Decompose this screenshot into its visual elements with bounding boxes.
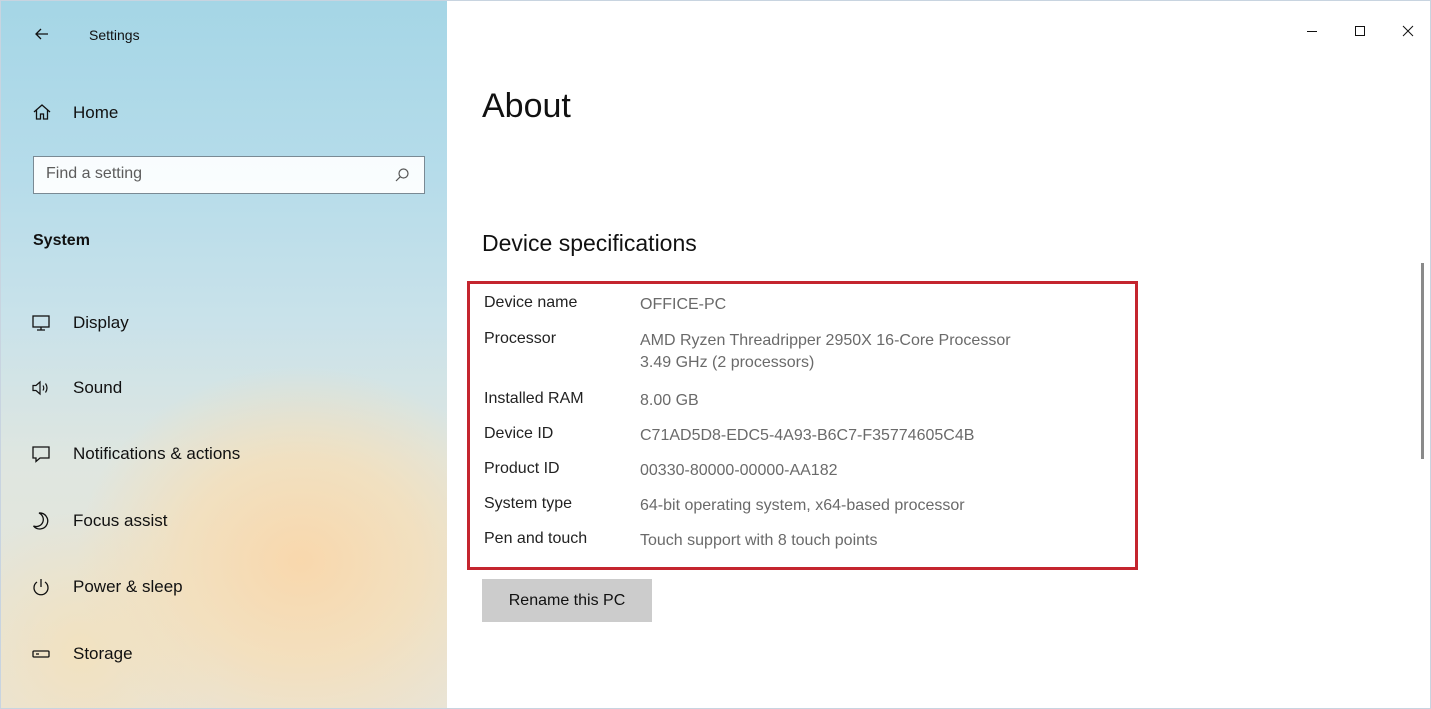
back-button[interactable] [27,19,57,49]
sidebar-item-label: Sound [73,378,123,397]
spec-value: Touch support with 8 touch points [640,532,878,549]
sidebar-item-display[interactable]: Display [1,301,447,345]
settings-window: Settings Home System Display [0,0,1431,709]
spec-value: OFFICE-PC [640,296,727,313]
spec-key: Product ID [484,460,560,477]
window-controls [1288,1,1430,61]
main-content: About Device specifications Device name … [447,1,1430,708]
page-title: About [482,87,571,125]
search-input[interactable] [46,165,386,183]
sidebar-item-power-sleep[interactable]: Power & sleep [1,565,447,609]
sidebar-item-home[interactable]: Home [1,93,447,133]
section-label-system: System [33,232,90,249]
minimize-button[interactable] [1288,1,1336,61]
scrollbar[interactable] [1421,263,1424,459]
maximize-button[interactable] [1336,1,1384,61]
moon-icon [32,512,49,530]
spec-key: Installed RAM [484,390,584,407]
spec-value: AMD Ryzen Threadripper 2950X 16-Core Pro… [640,332,1011,349]
sidebar-item-storage[interactable]: Storage [1,632,447,676]
close-button[interactable] [1384,1,1430,61]
app-title: Settings [89,27,140,43]
device-specifications: Device name OFFICE-PC Processor AMD Ryze… [467,281,1138,570]
sidebar-item-partial[interactable] [1,697,447,708]
sidebar-item-focus-assist[interactable]: Focus assist [1,499,447,543]
sidebar-item-sound[interactable]: Sound [1,366,447,410]
home-icon [33,104,51,120]
rename-pc-button[interactable]: Rename this PC [482,579,652,622]
spec-key: Pen and touch [484,530,588,547]
spec-key: Device name [484,294,578,311]
minimize-icon [1307,31,1317,32]
sidebar-item-label: Display [73,313,129,332]
section-title: Device specifications [482,230,697,256]
close-icon [1402,25,1414,37]
spec-key: Device ID [484,425,554,442]
sidebar-item-label: Storage [73,644,133,663]
sidebar-item-label: Focus assist [73,511,168,530]
storage-icon [32,650,50,658]
back-arrow-icon [35,28,48,40]
spec-value: 3.49 GHz (2 processors) [640,354,815,371]
speaker-icon [32,380,48,396]
sidebar-item-notifications[interactable]: Notifications & actions [1,432,447,476]
search-box[interactable] [33,156,425,194]
spec-value: 00330-80000-00000-AA182 [640,462,838,479]
spec-key: Processor [484,330,557,347]
maximize-icon [1355,26,1365,36]
power-icon [33,579,49,596]
sidebar-item-label: Notifications & actions [73,444,241,463]
spec-value: C71AD5D8-EDC5-4A93-B6C7-F35774605C4B [640,427,975,444]
search-icon[interactable] [394,167,410,183]
sidebar-item-label: Power & sleep [73,577,183,596]
spec-value: 8.00 GB [640,392,699,409]
spec-key: System type [484,495,573,512]
monitor-icon [32,315,50,331]
sidebar: Settings Home System Display [1,1,447,708]
spec-value: 64-bit operating system, x64-based proce… [640,497,965,514]
sidebar-item-label: Home [73,103,119,122]
notification-icon [32,446,50,463]
